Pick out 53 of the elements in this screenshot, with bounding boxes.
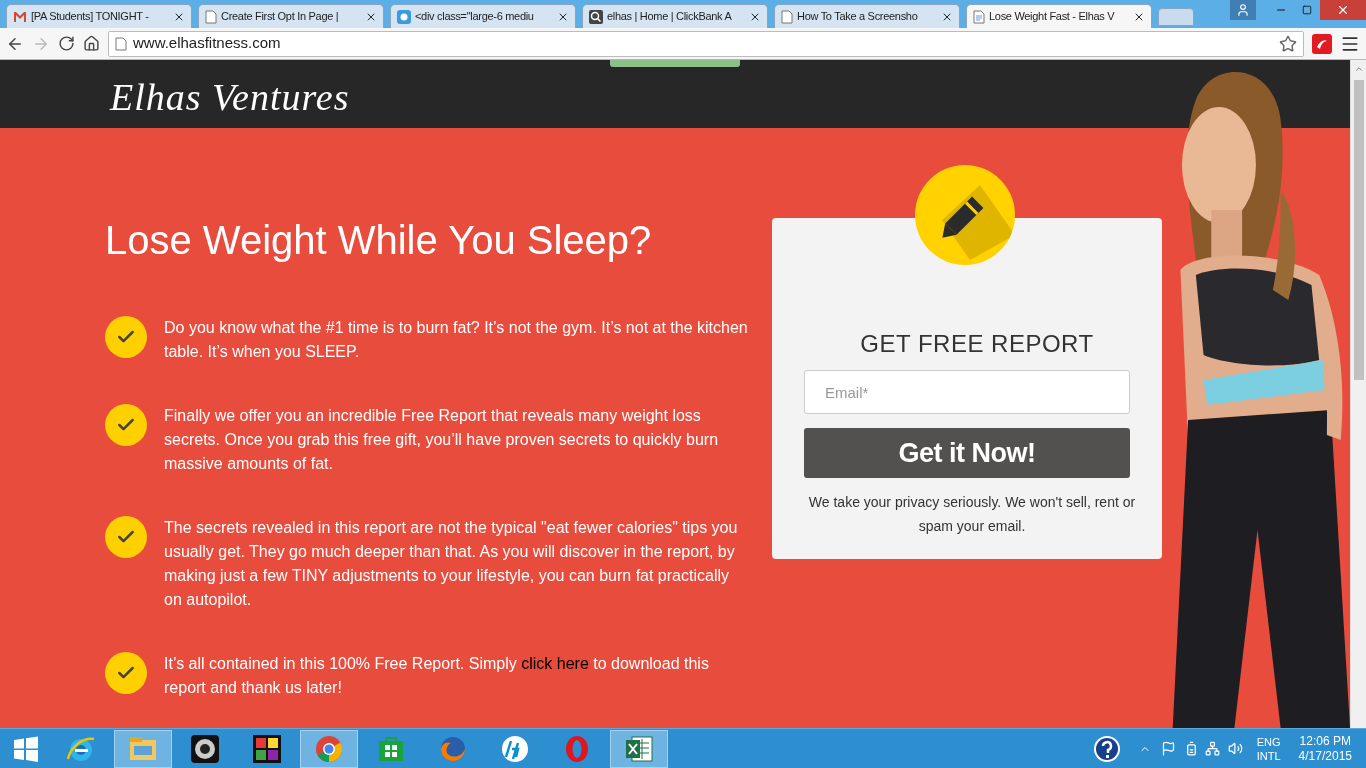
browser-tab[interactable]: How To Take a Screensho — [774, 4, 960, 28]
page-icon — [205, 9, 217, 24]
bullet-text: It’s all contained in this 100% Free Report. Simply click here to download this report and thank us later! — [164, 654, 710, 698]
puzzle-icon — [251, 732, 283, 765]
bird-icon — [397, 9, 411, 24]
clock-time[interactable]: 12:06 PM — [1299, 733, 1351, 749]
browser-tab[interactable]: <div class="large-6 mediu — [390, 4, 576, 28]
page-icon — [115, 36, 127, 51]
get-it-now-button[interactable]: Get it Now! — [804, 428, 1130, 478]
browser-tab[interactable]: elhas | Home | ClickBank A — [582, 4, 768, 28]
windows-start-icon[interactable] — [12, 734, 40, 763]
user-icon — [1236, 3, 1250, 17]
volume-icon[interactable] — [1227, 741, 1243, 756]
new-tab-button[interactable] — [1158, 8, 1194, 26]
bullet-text: The secrets revealed in this report are not the typical "eat fewer calories" tips you usually get. They go much deeper than that. As you will discover in the report, by making just a few TINY adjustments to your lifestyle, you can burn fat practically on autopilot. — [164, 518, 739, 610]
star-icon[interactable] — [1279, 34, 1297, 53]
bullet-text: Do you know what the #1 time is to burn fat? It’s not the gym. It’s not at the kitchen table. It’s when you SLEEP. — [164, 318, 749, 362]
mail-icon — [13, 10, 27, 23]
check-icon — [105, 404, 147, 446]
close-button[interactable] — [1320, 0, 1366, 20]
magnifier-icon — [589, 9, 603, 24]
scrollbar[interactable] — [1350, 60, 1366, 728]
user-button[interactable] — [1230, 0, 1256, 20]
clock-date[interactable]: 4/17/2015 — [1298, 748, 1352, 764]
language-indicator[interactable]: ENG — [1256, 734, 1281, 749]
network-icon[interactable] — [1204, 741, 1220, 756]
layout-indicator[interactable]: INTL — [1256, 748, 1281, 763]
bullet-text: Finally we offer you an incredible Free Report that reveals many weight loss secrets. Once you grab this free gift, you’ll have proven secrets to quickly burn massive amounts of fat. — [164, 406, 720, 474]
email-input[interactable]: Email* — [804, 370, 1130, 414]
reload-icon[interactable] — [58, 35, 75, 52]
restore-icon — [1302, 5, 1312, 15]
close-icon — [1336, 3, 1350, 17]
browser-tab[interactable]: Create First Opt In Page | — [198, 4, 384, 28]
page-icon — [781, 9, 793, 24]
flag-icon[interactable] — [1160, 741, 1176, 756]
form-title: GET FREE REPORT — [860, 329, 1094, 359]
check-icon — [105, 652, 147, 694]
umbrella-extension-icon[interactable] — [1312, 33, 1332, 54]
home-icon[interactable] — [83, 35, 100, 52]
check-icon — [105, 316, 147, 358]
address-bar[interactable]: www.elhasfitness.com — [108, 30, 1304, 57]
brand-logo[interactable]: Elhas Ventures — [110, 69, 350, 126]
taskbar-button[interactable] — [610, 729, 668, 768]
headline: Lose Weight While You Sleep? — [105, 217, 653, 264]
click-here-link[interactable]: click here — [521, 655, 589, 672]
browser-tab[interactable]: [PA Students] TONIGHT - — [6, 4, 192, 28]
check-icon — [105, 516, 147, 558]
help-icon[interactable] — [1092, 734, 1121, 763]
scroll-up-icon[interactable] — [1353, 64, 1364, 74]
browser-tab[interactable]: Lose Weight Fast - Elhas V — [966, 4, 1152, 28]
document-icon — [973, 9, 985, 24]
privacy-note: We take your privacy seriously. We won't sell, rent or spam your email. — [807, 493, 1137, 536]
webcam-icon — [189, 732, 221, 765]
